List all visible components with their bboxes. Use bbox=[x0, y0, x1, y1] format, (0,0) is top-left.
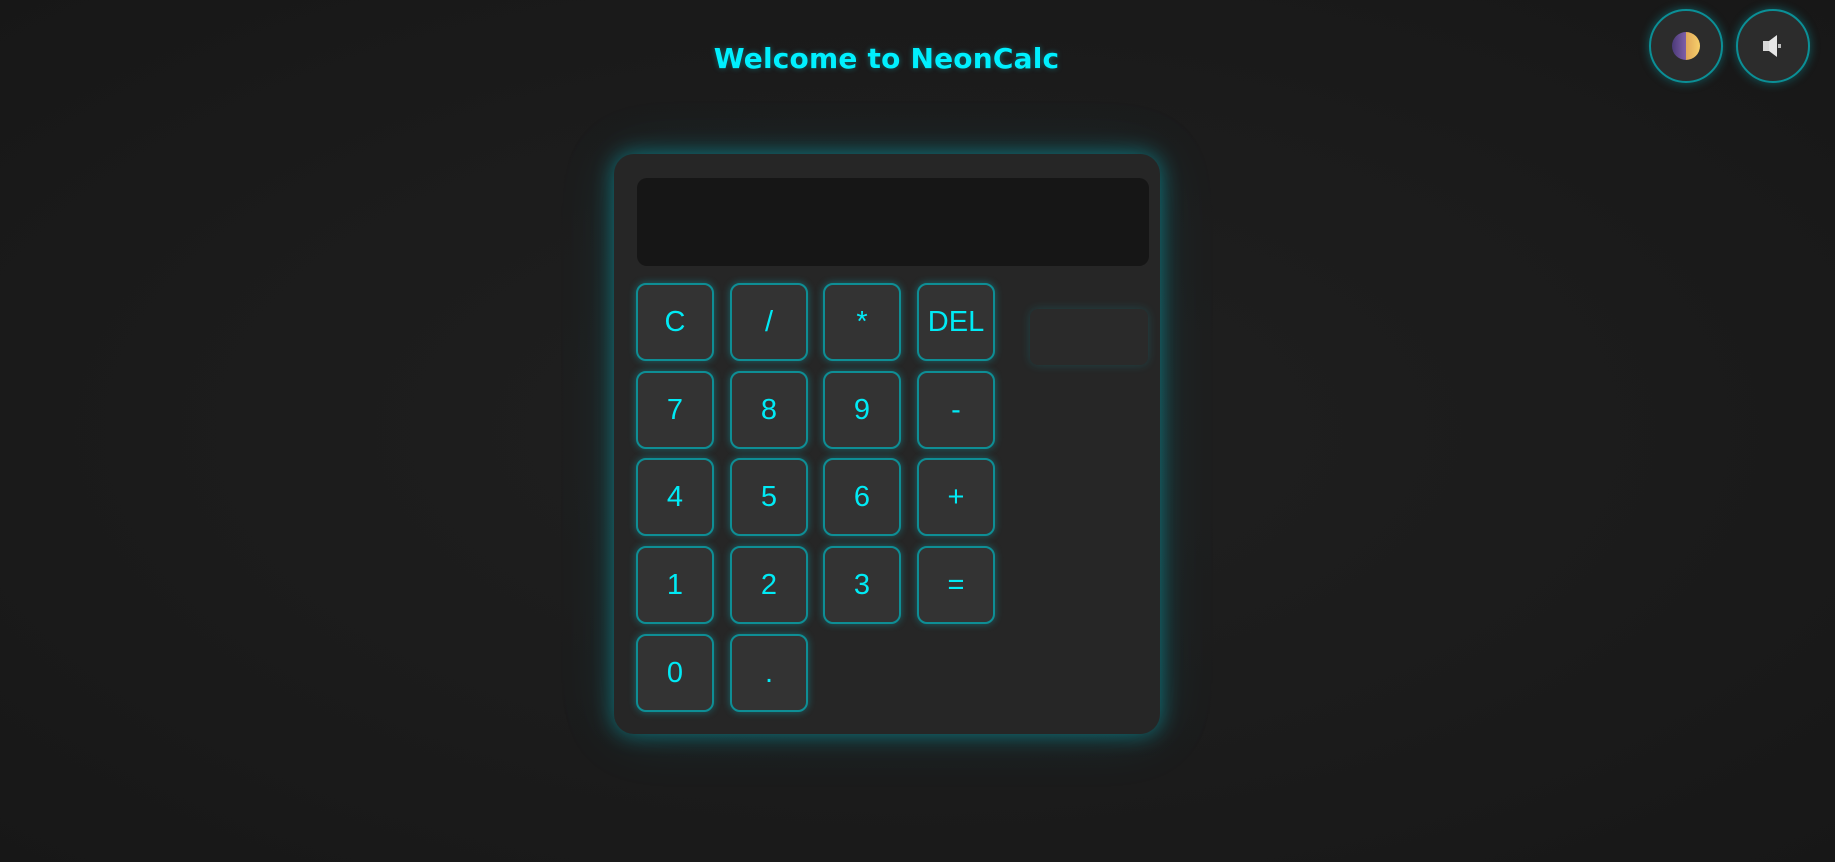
key-1[interactable]: 1 bbox=[636, 546, 714, 624]
theme-toggle-button[interactable] bbox=[1649, 9, 1723, 83]
add-button[interactable]: + bbox=[917, 458, 995, 536]
key-4[interactable]: 4 bbox=[636, 458, 714, 536]
subtract-button[interactable]: - bbox=[917, 371, 995, 449]
page: Welcome to NeonCalc C / * DEL 7 8 9 - 4 … bbox=[0, 0, 1835, 862]
key-8[interactable]: 8 bbox=[730, 371, 808, 449]
sound-toggle-button[interactable] bbox=[1736, 9, 1810, 83]
decimal-button[interactable]: . bbox=[730, 634, 808, 712]
clear-button[interactable]: C bbox=[636, 283, 714, 361]
half-moon-icon bbox=[1672, 32, 1700, 60]
history-panel bbox=[1030, 309, 1148, 365]
key-6[interactable]: 6 bbox=[823, 458, 901, 536]
calculator-panel: C / * DEL 7 8 9 - 4 5 6 + 1 2 3 = 0 . bbox=[614, 154, 1160, 734]
page-title: Welcome to NeonCalc bbox=[713, 42, 1060, 75]
delete-button[interactable]: DEL bbox=[917, 283, 995, 361]
key-2[interactable]: 2 bbox=[730, 546, 808, 624]
speaker-icon bbox=[1763, 35, 1781, 57]
key-3[interactable]: 3 bbox=[823, 546, 901, 624]
calculator-display bbox=[637, 178, 1149, 266]
key-5[interactable]: 5 bbox=[730, 458, 808, 536]
multiply-button[interactable]: * bbox=[823, 283, 901, 361]
key-9[interactable]: 9 bbox=[823, 371, 901, 449]
equals-button[interactable]: = bbox=[917, 546, 995, 624]
key-0[interactable]: 0 bbox=[636, 634, 714, 712]
key-7[interactable]: 7 bbox=[636, 371, 714, 449]
divide-button[interactable]: / bbox=[730, 283, 808, 361]
